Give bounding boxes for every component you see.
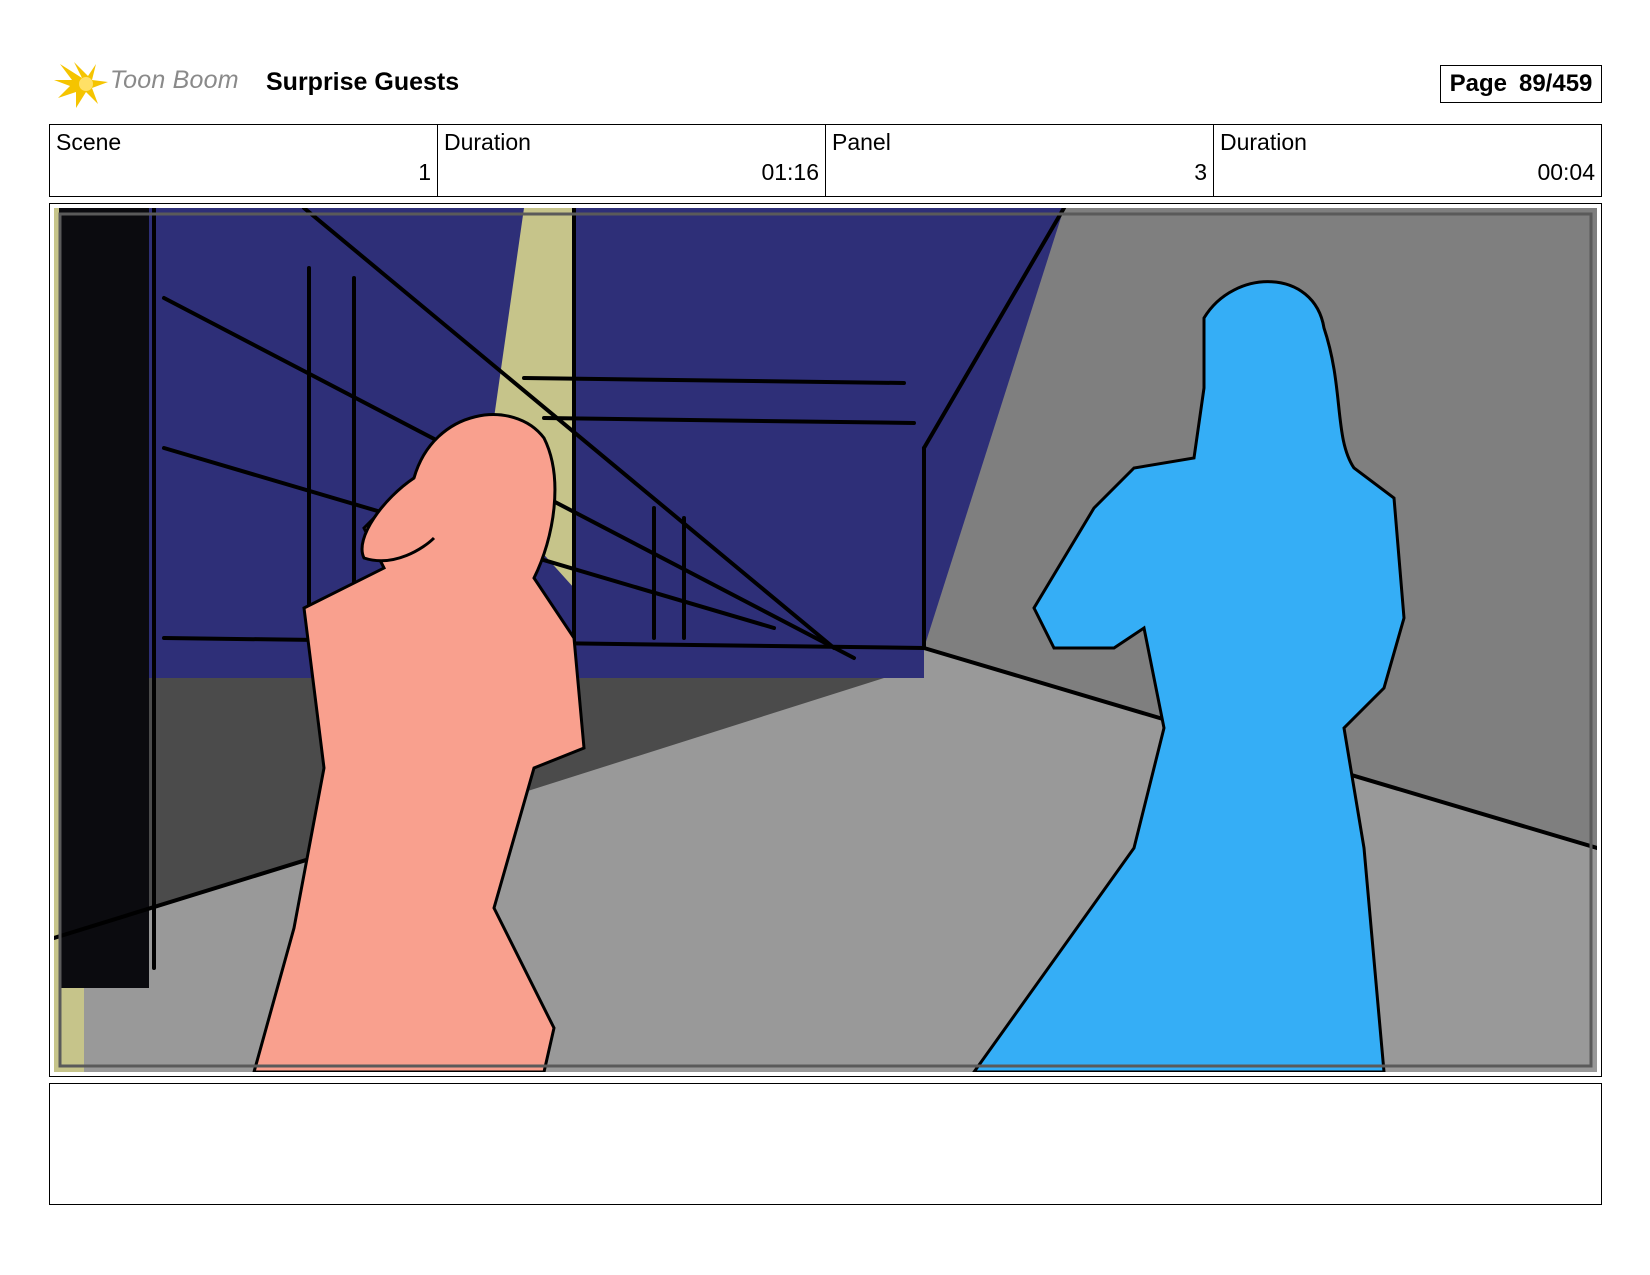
scene-value: 1 [418, 159, 431, 185]
scene-duration-cell: Duration 01:16 [438, 125, 826, 196]
page-label: Page [1449, 70, 1507, 97]
scene-duration-value: 01:16 [761, 159, 819, 185]
storyboard-panel-frame [49, 203, 1602, 1077]
curtain [59, 208, 149, 988]
page-indicator: Page 89/459 [1440, 65, 1602, 103]
starburst-icon [54, 62, 108, 108]
panel-value: 3 [1194, 159, 1207, 185]
scene-duration-label: Duration [444, 129, 531, 155]
scene-label: Scene [56, 129, 122, 155]
scene-cell: Scene 1 [50, 125, 438, 196]
panel-cell: Panel 3 [826, 125, 1214, 196]
panel-notes-box[interactable] [49, 1083, 1602, 1205]
panel-label: Panel [832, 129, 891, 155]
brand-name: Toon Boom [110, 66, 239, 94]
panel-duration-label: Duration [1220, 129, 1307, 155]
panel-duration-cell: Duration 00:04 [1214, 125, 1601, 196]
panel-duration-value: 00:04 [1537, 159, 1595, 185]
page-number: 89/459 [1518, 70, 1593, 97]
project-title: Surprise Guests [266, 68, 460, 96]
storyboard-drawing [54, 208, 1597, 1072]
toon-boom-logo: Toon Boom [52, 58, 252, 112]
panel-info-table: Scene 1 Duration 01:16 Panel 3 Duration … [49, 124, 1602, 197]
